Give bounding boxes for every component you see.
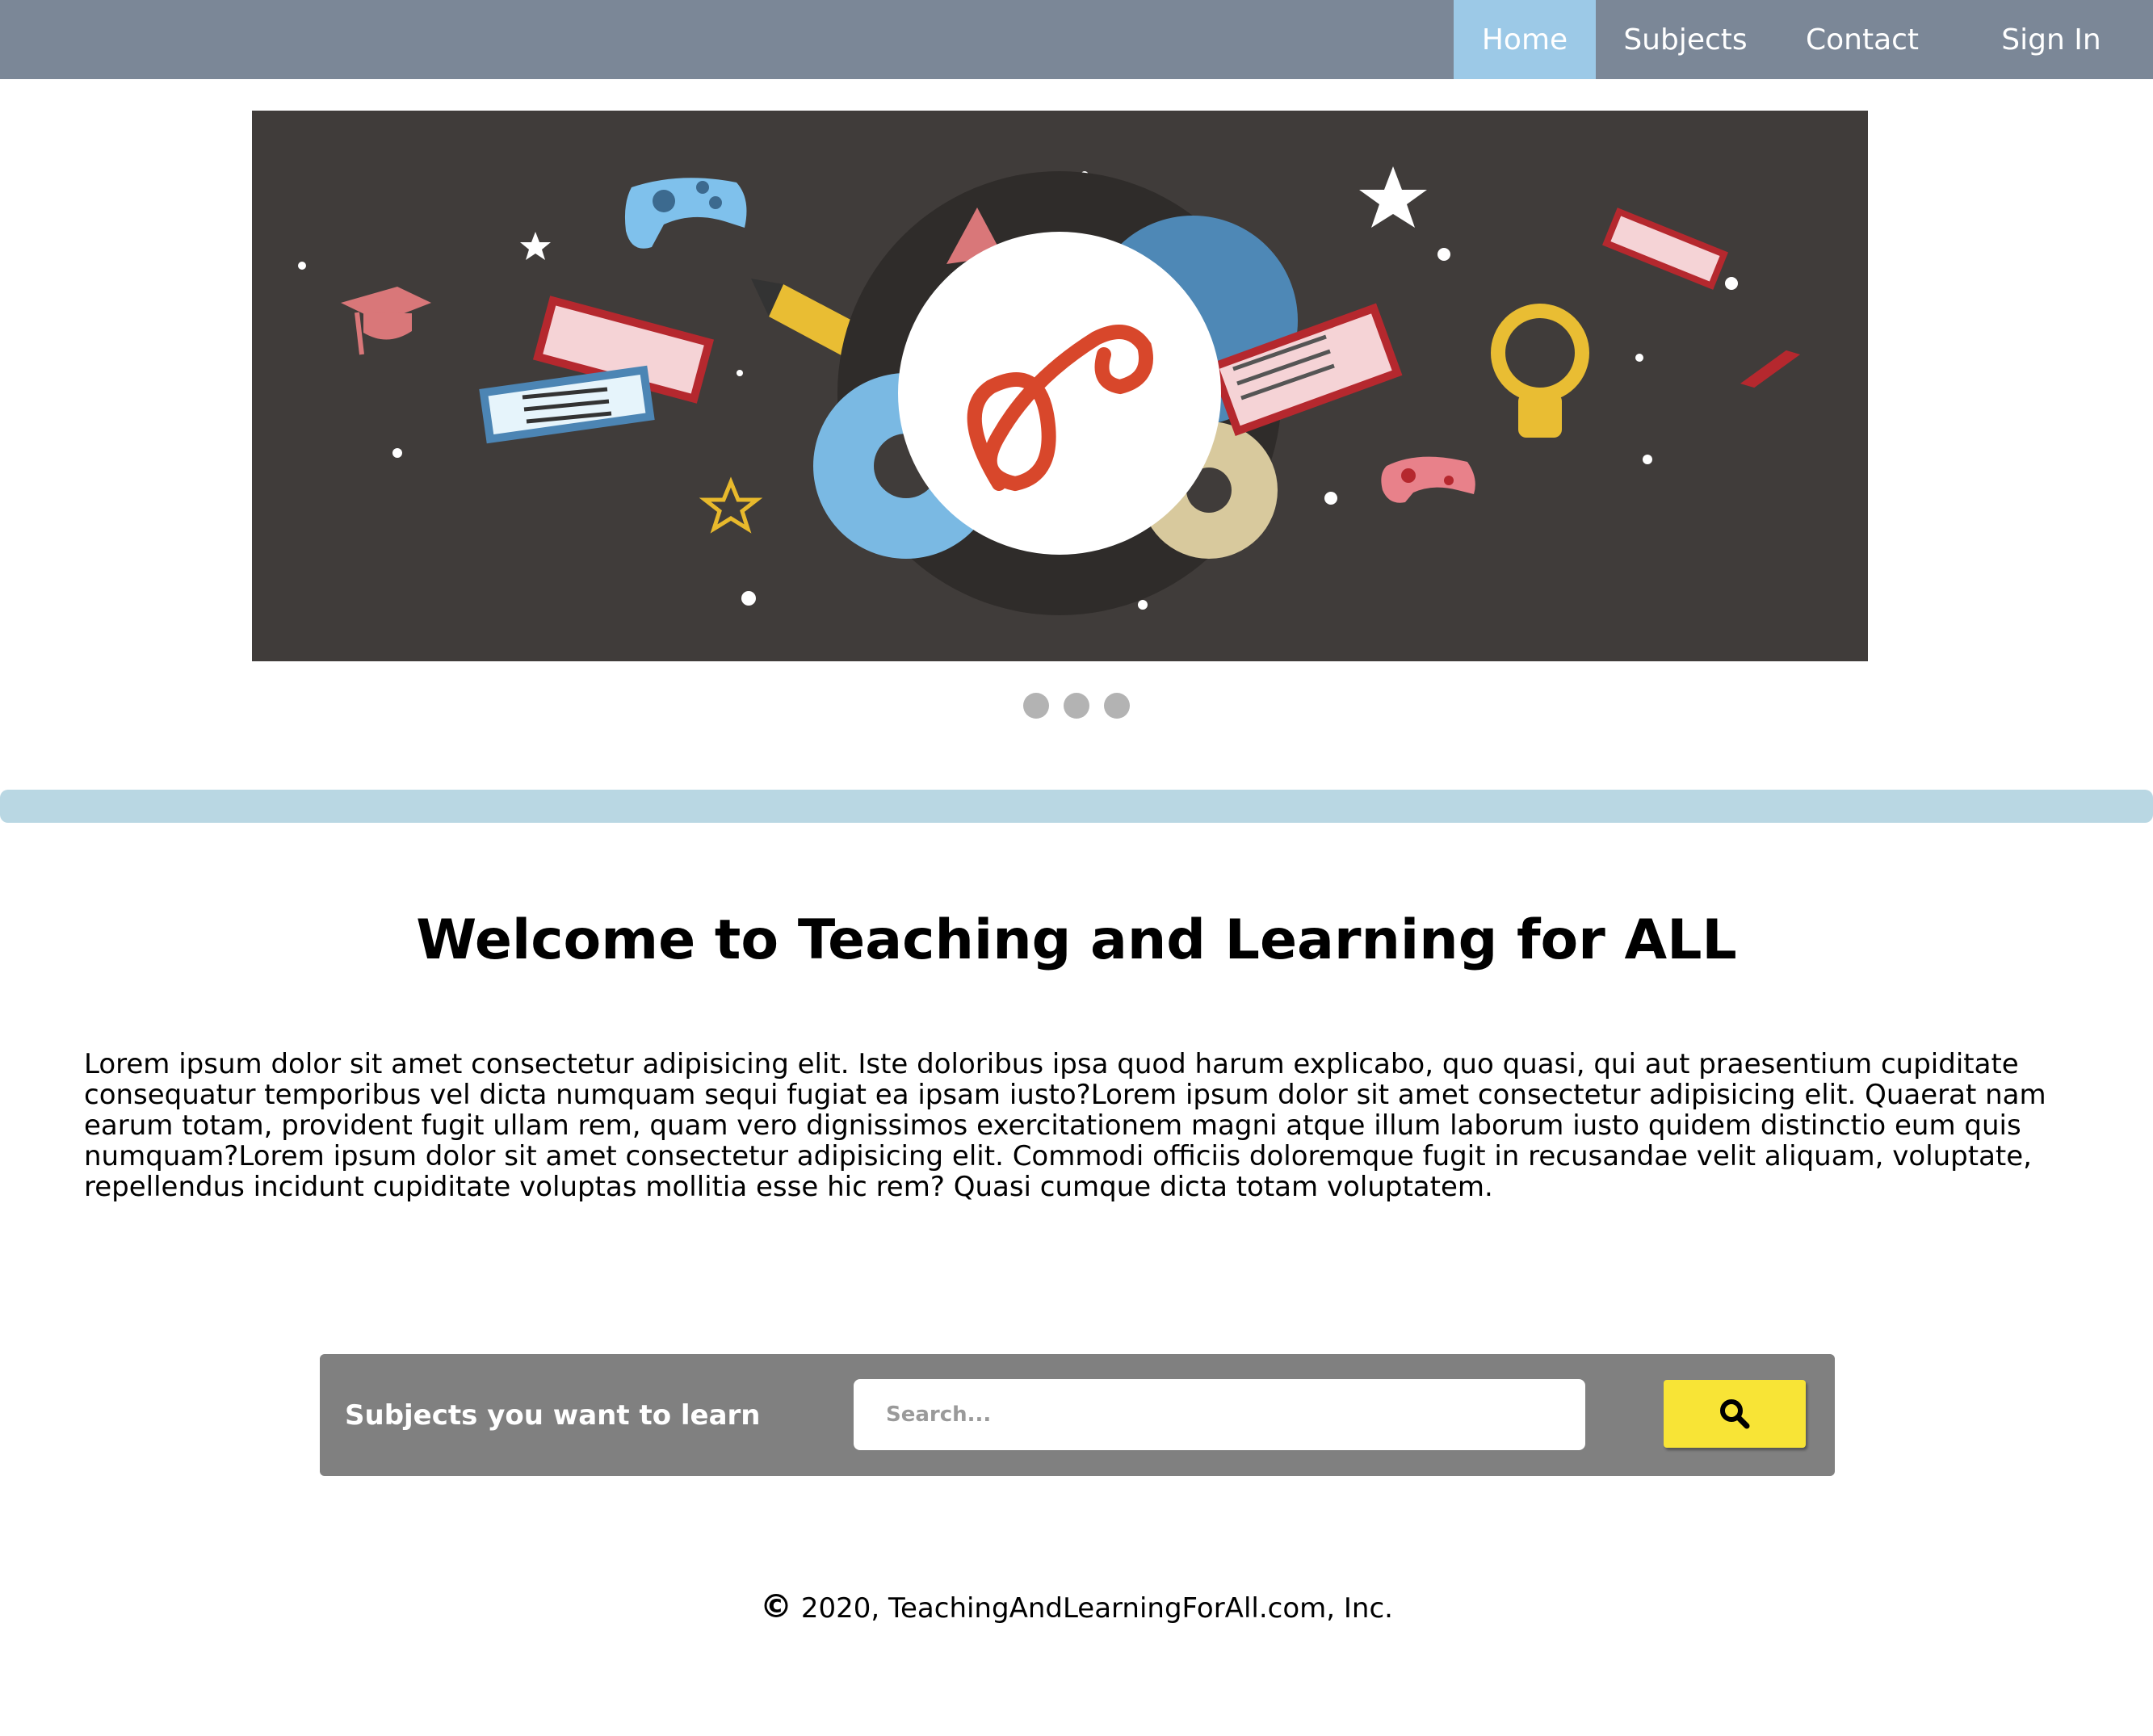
search-icon (1720, 1399, 1750, 1429)
carousel-indicators (0, 693, 2153, 719)
carousel-dot-2[interactable] (1064, 693, 1089, 719)
carousel-dot-3[interactable] (1104, 693, 1130, 719)
nav-sign-in[interactable]: Sign In (1949, 0, 2153, 79)
search-label: Subjects you want to learn (345, 1398, 761, 1432)
nav-subjects[interactable]: Subjects (1596, 0, 1775, 79)
graduation-cap-icon (341, 287, 431, 355)
carousel-dot-1[interactable] (1023, 693, 1049, 719)
nav-home[interactable]: Home (1454, 0, 1596, 79)
copyright-text: 2020, TeachingAndLearningForAll.com, Inc… (800, 1592, 1393, 1625)
page-title: Welcome to Teaching and Learning for ALL (416, 908, 1737, 972)
hero-banner (252, 111, 1868, 661)
intro-paragraph: Lorem ipsum dolor sit amet consectetur a… (84, 1048, 2046, 1203)
lightbulb-icon (1491, 304, 1589, 438)
book-icon (479, 296, 715, 444)
gamepad-icon-pink (1381, 456, 1475, 503)
search-button[interactable] (1664, 1380, 1806, 1448)
footer: © 2020, TeachingAndLearningForAll.com, I… (0, 1588, 2153, 1625)
search-input[interactable] (854, 1379, 1585, 1450)
copyright-symbol: © (760, 1588, 793, 1625)
section-divider (0, 790, 2153, 823)
nav-contact[interactable]: Contact (1775, 0, 1949, 79)
main-nav: Home Subjects Contact Sign In (1454, 0, 2153, 79)
banner-illustration (298, 166, 1801, 615)
subject-search-panel: Subjects you want to learn (320, 1354, 1835, 1476)
top-navbar: Home Subjects Contact Sign In (0, 0, 2153, 79)
gamepad-icon (624, 178, 747, 249)
